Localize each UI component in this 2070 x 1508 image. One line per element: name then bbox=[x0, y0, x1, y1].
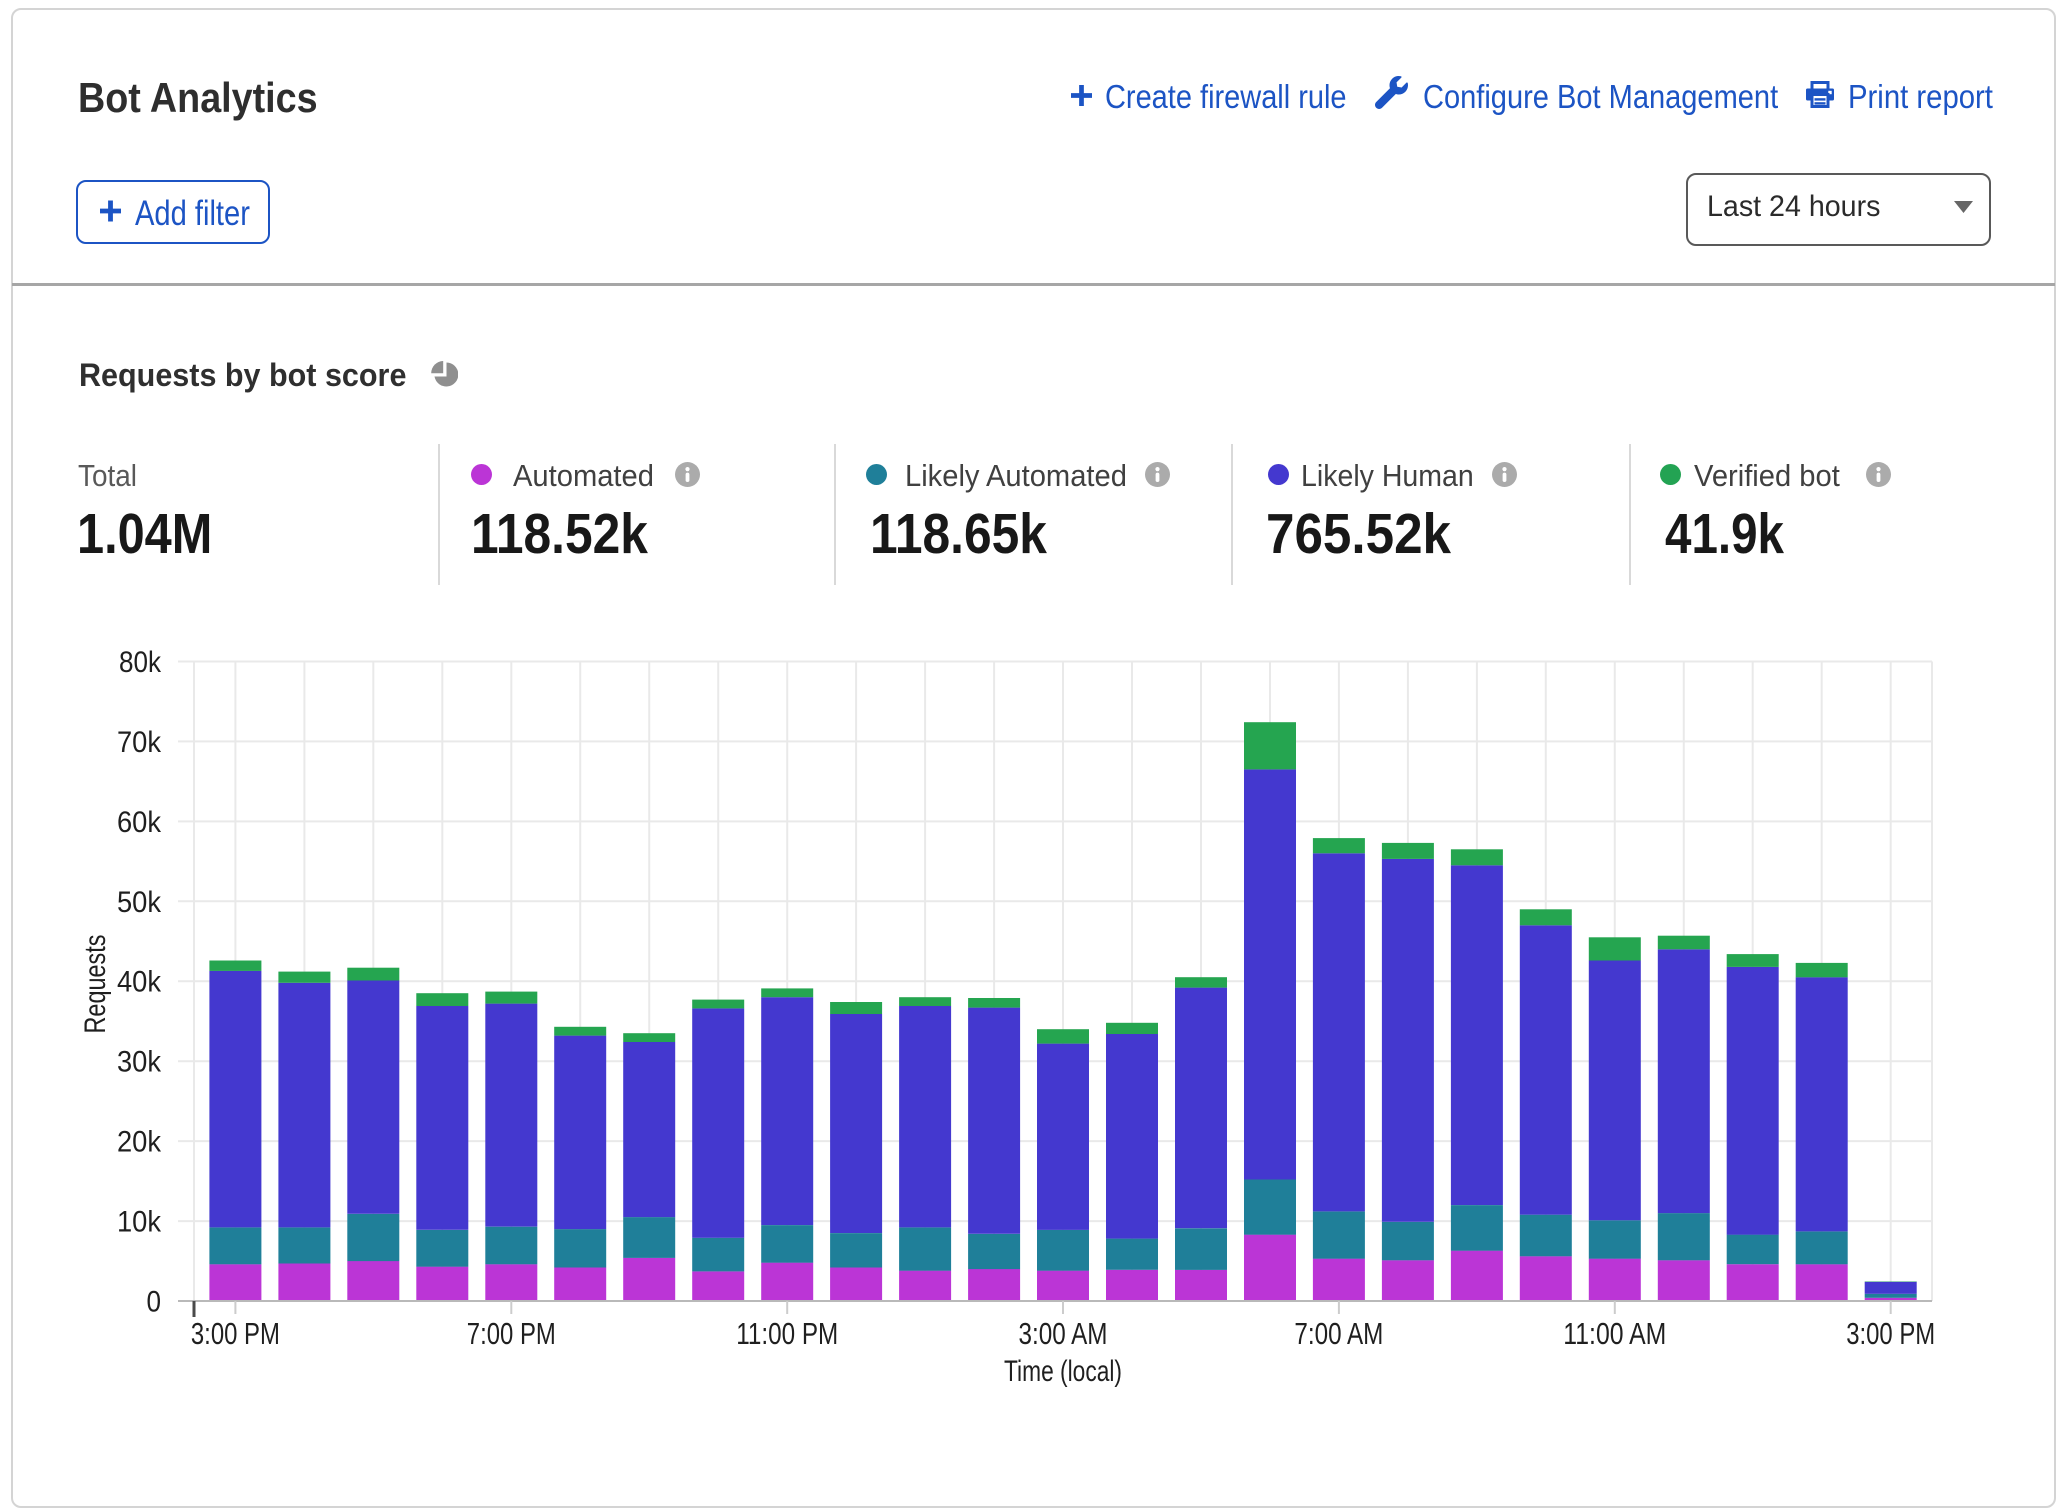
svg-text:Requests: Requests bbox=[79, 935, 112, 1034]
svg-text:80k: 80k bbox=[119, 646, 162, 679]
svg-text:11:00 AM: 11:00 AM bbox=[1563, 1316, 1666, 1351]
svg-text:70k: 70k bbox=[117, 726, 162, 759]
svg-text:20k: 20k bbox=[117, 1126, 162, 1159]
svg-text:Time (local): Time (local) bbox=[1004, 1355, 1122, 1388]
svg-text:10k: 10k bbox=[117, 1206, 162, 1239]
svg-text:7:00 AM: 7:00 AM bbox=[1294, 1316, 1383, 1351]
svg-text:0: 0 bbox=[147, 1286, 162, 1319]
svg-text:50k: 50k bbox=[117, 886, 162, 919]
svg-text:3:00 PM: 3:00 PM bbox=[1846, 1316, 1935, 1351]
svg-text:11:00 PM: 11:00 PM bbox=[736, 1316, 838, 1351]
svg-text:60k: 60k bbox=[117, 806, 162, 839]
svg-text:3:00 AM: 3:00 AM bbox=[1019, 1316, 1108, 1351]
svg-text:7:00 PM: 7:00 PM bbox=[467, 1316, 556, 1351]
svg-text:30k: 30k bbox=[117, 1046, 162, 1079]
svg-text:40k: 40k bbox=[117, 966, 162, 999]
svg-text:3:00 PM: 3:00 PM bbox=[191, 1316, 280, 1351]
